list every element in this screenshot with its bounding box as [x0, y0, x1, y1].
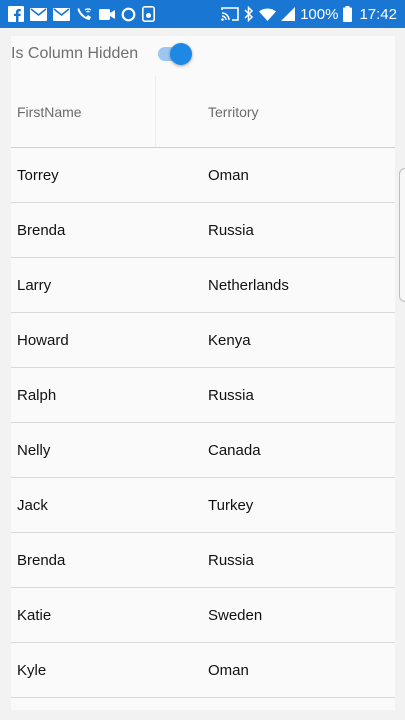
table-row[interactable]: Nelly Canada: [11, 423, 395, 478]
edge-panel-handle[interactable]: [399, 168, 405, 302]
cell-firstname: Jack: [17, 496, 48, 514]
cell-territory: Russia: [208, 221, 254, 239]
table-row[interactable]: Brenda Russia: [11, 203, 395, 258]
status-bar: 100% 17:42: [0, 0, 405, 28]
is-column-hidden-switch[interactable]: [156, 42, 194, 66]
clock-time: 17:42: [359, 5, 397, 23]
signal-icon: [281, 7, 296, 21]
facebook-icon: [8, 6, 24, 22]
cell-firstname: Torrey: [17, 166, 59, 184]
cell-firstname: Brenda: [17, 551, 66, 569]
table-row[interactable]: Ralph Russia: [11, 368, 395, 423]
table-row[interactable]: Larry Netherlands: [11, 258, 395, 313]
battery-icon: [343, 6, 353, 22]
table-row[interactable]: Jack Turkey: [11, 478, 395, 533]
cell-territory: Sweden: [208, 606, 263, 624]
phone-app-icon: [142, 6, 155, 22]
grid-header: FirstName Territory: [11, 76, 395, 148]
wifi-call-icon: [76, 6, 93, 22]
mail-icon: [30, 7, 47, 21]
cell-territory: Kenya: [208, 331, 251, 349]
status-right-icons: 100% 17:42: [221, 6, 397, 23]
cell-territory: Russia: [208, 386, 254, 404]
table-row[interactable]: Brenda Russia: [11, 533, 395, 588]
status-left-icons: [8, 6, 155, 22]
content-panel: Is Column Hidden FirstName Territory Tor…: [11, 36, 395, 710]
cell-firstname: Ralph: [17, 386, 57, 404]
video-icon: [99, 8, 115, 20]
mail-icon: [53, 7, 70, 21]
switch-thumb[interactable]: [170, 43, 193, 65]
data-grid: FirstName Territory Torrey Oman Brenda R…: [11, 76, 395, 698]
wifi-icon: [259, 8, 277, 21]
is-column-hidden-label: Is Column Hidden: [11, 45, 139, 62]
column-hidden-toggle-row: Is Column Hidden: [11, 36, 395, 72]
cell-territory: Canada: [208, 441, 261, 459]
cell-territory: Oman: [208, 166, 249, 184]
table-row[interactable]: Torrey Oman: [11, 148, 395, 203]
cell-firstname: Katie: [17, 606, 52, 624]
circle-icon: [121, 7, 136, 22]
table-row[interactable]: Kyle Oman: [11, 643, 395, 698]
column-header-territory[interactable]: Territory: [156, 76, 395, 147]
cell-territory: Oman: [208, 661, 249, 679]
cell-firstname: Larry: [17, 276, 52, 294]
cell-territory: Turkey: [208, 496, 254, 514]
cast-icon: [221, 7, 239, 21]
cell-territory: Russia: [208, 551, 254, 569]
column-header-firstname[interactable]: FirstName: [11, 76, 156, 147]
cell-territory: Netherlands: [208, 276, 289, 294]
cell-firstname: Nelly: [17, 441, 51, 459]
battery-percent: 100%: [300, 5, 339, 23]
cell-firstname: Howard: [17, 331, 69, 349]
cell-firstname: Brenda: [17, 221, 66, 239]
table-row[interactable]: Katie Sweden: [11, 588, 395, 643]
bluetooth-icon: [244, 6, 254, 22]
table-row[interactable]: Howard Kenya: [11, 313, 395, 368]
cell-firstname: Kyle: [17, 661, 47, 679]
